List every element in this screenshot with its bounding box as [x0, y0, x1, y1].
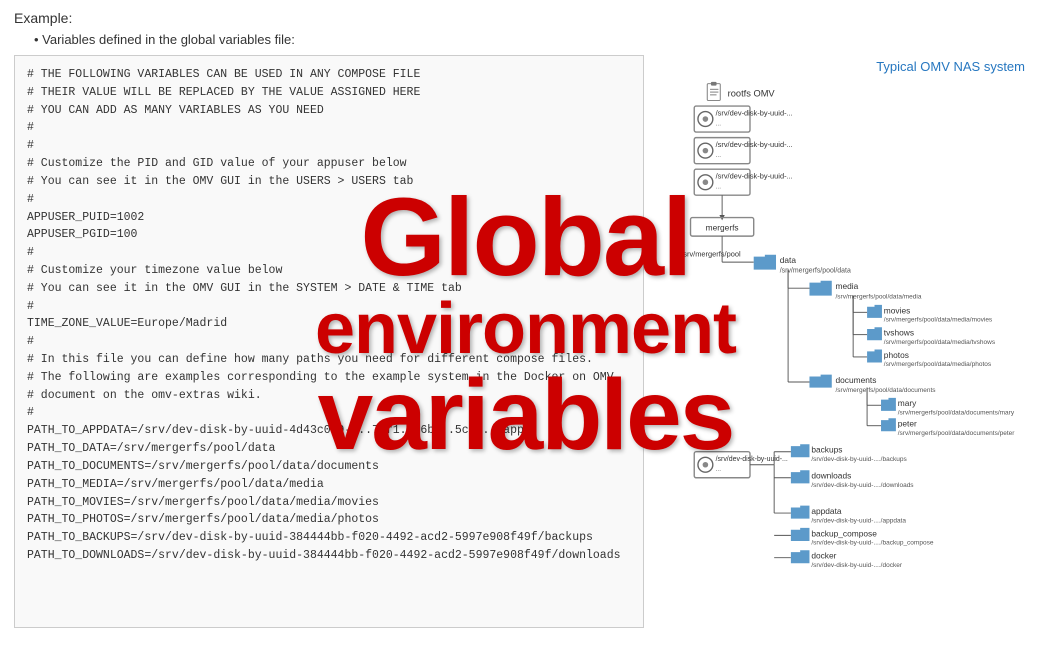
code-line-20: # [27, 404, 631, 422]
svg-text:appdata: appdata [811, 506, 842, 516]
svg-text:/srv/dev-disk-by-uuid-...: /srv/dev-disk-by-uuid-... [716, 172, 793, 181]
code-line-23: PATH_TO_DOCUMENTS=/srv/mergerfs/pool/dat… [27, 458, 631, 476]
code-line-3: # YOU CAN ADD AS MANY VARIABLES AS YOU N… [27, 102, 631, 120]
code-line-15: TIME_ZONE_VALUE=Europe/Madrid [27, 315, 631, 333]
svg-text:...: ... [716, 152, 722, 159]
svg-text:/srv/mergerfs/pool/data/media/: /srv/mergerfs/pool/data/media/tvshows [884, 339, 996, 346]
code-line-28: PATH_TO_DOWNLOADS=/srv/dev-disk-by-uuid-… [27, 547, 631, 565]
svg-text:tvshows: tvshows [884, 328, 914, 338]
code-line-12: # Customize your timezone value below [27, 262, 631, 280]
svg-text:documents: documents [835, 375, 876, 385]
svg-text:backup_compose: backup_compose [811, 528, 877, 538]
svg-text:/srv/mergerfs/pool/data/docume: /srv/mergerfs/pool/data/documents/peter [898, 430, 1016, 437]
svg-text:/srv/mergerfs/pool/data/media/: /srv/mergerfs/pool/data/media/photos [884, 361, 992, 368]
code-line-2: # THEIR VALUE WILL BE REPLACED BY THE VA… [27, 84, 631, 102]
code-line-19: # document on the omv-extras wiki. [27, 387, 631, 405]
svg-text:/srv/mergerfs/pool/data/docume: /srv/mergerfs/pool/data/documents/mary [898, 410, 1015, 417]
svg-text:mary: mary [898, 398, 917, 408]
code-line-27: PATH_TO_BACKUPS=/srv/dev-disk-by-uuid-38… [27, 529, 631, 547]
code-line-26: PATH_TO_PHOTOS=/srv/mergerfs/pool/data/m… [27, 511, 631, 529]
code-line-14: # [27, 298, 631, 316]
code-line-11: # [27, 244, 631, 262]
diagram-panel: Typical OMV NAS system rootfs OMV /srv/d… [660, 55, 1037, 628]
svg-text:data: data [780, 255, 797, 265]
svg-text:/srv/dev-disk-by-uuid-...: /srv/dev-disk-by-uuid-... [716, 108, 793, 117]
code-line-17: # In this file you can define how many p… [27, 351, 631, 369]
svg-text:docker: docker [811, 551, 836, 561]
svg-text:...: ... [716, 184, 722, 191]
svg-text:/srv/dev-disk-by-uuid-..../dow: /srv/dev-disk-by-uuid-..../downloads [811, 482, 914, 489]
code-panel: # THE FOLLOWING VARIABLES CAN BE USED IN… [14, 55, 644, 628]
svg-text:rootfs OMV: rootfs OMV [728, 89, 776, 99]
code-line-16: # [27, 333, 631, 351]
main-container: Example: Variables defined in the global… [0, 0, 1051, 648]
code-line-9: APPUSER_PUID=1002 [27, 209, 631, 227]
code-line-13: # You can see it in the OMV GUI in the S… [27, 280, 631, 298]
svg-text:/srv/dev-disk-by-uuid-...: /srv/dev-disk-by-uuid-... [716, 140, 793, 149]
svg-text:/srv/dev-disk-by-uuid-..../app: /srv/dev-disk-by-uuid-..../appdata [811, 517, 906, 524]
svg-text:/srv/dev-disk-by-uuid-...: /srv/dev-disk-by-uuid-... [716, 456, 788, 463]
code-line-5: # [27, 137, 631, 155]
svg-text:/srv/dev-disk-by-uuid-..../bac: /srv/dev-disk-by-uuid-..../backups [811, 456, 907, 463]
svg-text:photos: photos [884, 350, 909, 360]
code-line-21: PATH_TO_APPDATA=/srv/dev-disk-by-uuid-4d… [27, 422, 631, 440]
svg-text:/srv/dev-disk-by-uuid-..../doc: /srv/dev-disk-by-uuid-..../docker [811, 562, 903, 569]
svg-text:/srv/mergerfs/pool/data/docume: /srv/mergerfs/pool/data/documents [835, 387, 936, 394]
code-line-22: PATH_TO_DATA=/srv/mergerfs/pool/data [27, 440, 631, 458]
svg-text:peter: peter [898, 419, 917, 429]
code-line-6: # Customize the PID and GID value of you… [27, 155, 631, 173]
svg-text:/srv/mergerfs/pool: /srv/mergerfs/pool [681, 250, 741, 259]
svg-text:/srv/dev-disk-by-uuid-..../bac: /srv/dev-disk-by-uuid-..../backup_compos… [811, 540, 933, 547]
code-line-24: PATH_TO_MEDIA=/srv/mergerfs/pool/data/me… [27, 476, 631, 494]
svg-text:/srv/mergerfs/pool/data/media: /srv/mergerfs/pool/data/media [835, 293, 921, 300]
code-line-1: # THE FOLLOWING VARIABLES CAN BE USED IN… [27, 66, 631, 84]
code-line-18: # The following are examples correspondi… [27, 369, 631, 387]
svg-text:/srv/mergerfs/pool/data: /srv/mergerfs/pool/data [780, 267, 851, 274]
svg-text:media: media [835, 281, 858, 291]
code-line-10: APPUSER_PGID=100 [27, 226, 631, 244]
code-line-25: PATH_TO_MOVIES=/srv/mergerfs/pool/data/m… [27, 494, 631, 512]
code-line-7: # You can see it in the OMV GUI in the U… [27, 173, 631, 191]
svg-text:/srv/mergerfs/pool/data/media/: /srv/mergerfs/pool/data/media/movies [884, 317, 993, 324]
svg-text:...: ... [716, 466, 722, 473]
svg-text:...: ... [716, 121, 722, 128]
code-line-8: # [27, 191, 631, 209]
content-area: # THE FOLLOWING VARIABLES CAN BE USED IN… [14, 55, 1037, 628]
svg-text:downloads: downloads [811, 471, 851, 481]
diagram-title: Typical OMV NAS system [664, 59, 1033, 74]
svg-text:mergerfs: mergerfs [706, 223, 739, 233]
code-line-4: # [27, 119, 631, 137]
nas-diagram: rootfs OMV /srv/dev-disk-by-uuid-... ...… [664, 80, 1033, 619]
svg-text:movies: movies [884, 305, 910, 315]
svg-text:backups: backups [811, 445, 842, 455]
bullet-text: Variables defined in the global variable… [34, 32, 1037, 47]
example-label: Example: [14, 10, 1037, 26]
